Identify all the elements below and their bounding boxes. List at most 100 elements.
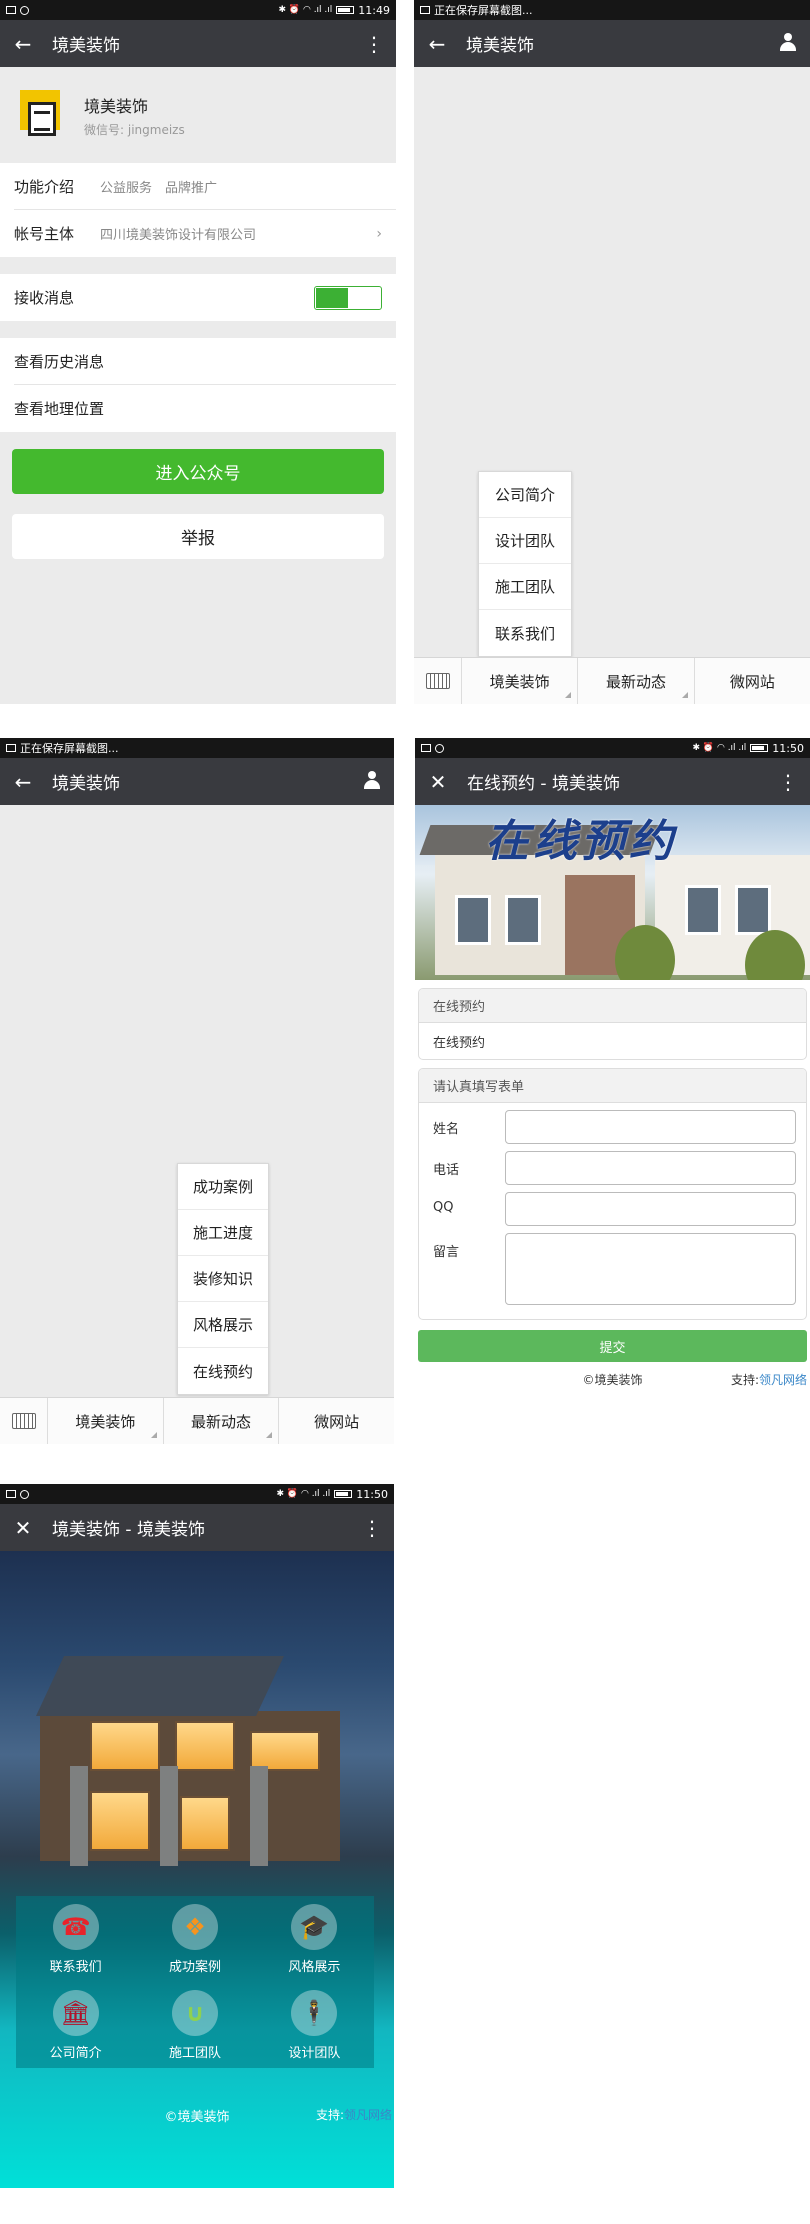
submit-button[interactable]: 提交 bbox=[418, 1330, 807, 1362]
status-time: 11:49 bbox=[358, 3, 390, 17]
qq-input[interactable] bbox=[505, 1192, 796, 1226]
row-label: 查看地理位置 bbox=[14, 400, 105, 418]
row-label: 接收消息 bbox=[14, 289, 75, 307]
card-header: 请认真填写表单 bbox=[419, 1069, 806, 1103]
screen-online-booking: ✱ ⏰ ◠ .ıl .ıl 11:50 ✕ 在线预约 - 境美装饰 ⋮ 在线预约 … bbox=[415, 738, 810, 1444]
report-button[interactable]: 举报 bbox=[12, 514, 384, 559]
brand-logo bbox=[14, 88, 68, 142]
booking-info-card: 在线预约 在线预约 bbox=[418, 988, 807, 1060]
page-title: 境美装饰 - 境美装饰 bbox=[52, 1520, 205, 1540]
menu-item[interactable]: 微网站 bbox=[279, 1398, 394, 1444]
close-icon[interactable]: ✕ bbox=[425, 770, 451, 794]
phone-input[interactable] bbox=[505, 1151, 796, 1185]
card-header: 在线预约 bbox=[419, 989, 806, 1023]
tile-contact-us[interactable]: ☎ 联系我们 bbox=[16, 1896, 135, 1982]
tile-style-showcase[interactable]: 🎓 风格展示 bbox=[255, 1896, 374, 1982]
notification-icon bbox=[20, 5, 29, 15]
chevron-right-icon: › bbox=[376, 225, 382, 242]
status-bar: 正在保存屏幕截图... bbox=[0, 738, 394, 758]
status-time: 11:50 bbox=[772, 741, 804, 755]
footer: ©境美装饰 支持:领凡网络 bbox=[415, 1362, 810, 1392]
tile-company-intro[interactable]: 🏛 公司简介 bbox=[16, 1982, 135, 2068]
quick-link-grid: ☎ 联系我们 ❖ 成功案例 🎓 风格展示 🏛 公司简介 ∪ 施工团队 🕴 设计团队 bbox=[16, 1896, 374, 2068]
submenu-item[interactable]: 成功案例 bbox=[178, 1164, 268, 1210]
more-menu-icon[interactable]: ⋮ bbox=[360, 1516, 384, 1540]
submenu-item[interactable]: 风格展示 bbox=[178, 1302, 268, 1348]
account-owner-row[interactable]: 帐号主体 四川境美装饰设计有限公司 › bbox=[0, 210, 396, 257]
menu-item[interactable]: 最新动态 bbox=[164, 1398, 280, 1444]
menu-item[interactable]: 微网站 bbox=[695, 658, 810, 704]
screen-micro-site: ✱ ⏰ ◠ .ıl .ıl 11:50 ✕ 境美装饰 - 境美装饰 ⋮ ☎ 联系我们… bbox=[0, 1484, 394, 2188]
row-label: 帐号主体 bbox=[14, 225, 75, 243]
submenu-item[interactable]: 施工进度 bbox=[178, 1210, 268, 1256]
page-title: 在线预约 - 境美装饰 bbox=[467, 774, 620, 794]
support-credit: 支持:领凡网络 bbox=[730, 1373, 807, 1387]
notification-icon bbox=[20, 1489, 29, 1499]
submenu-item[interactable]: 装修知识 bbox=[178, 1256, 268, 1302]
keyboard-icon[interactable] bbox=[414, 658, 462, 704]
name-input[interactable] bbox=[505, 1110, 796, 1144]
submenu-item[interactable]: 在线预约 bbox=[178, 1348, 268, 1394]
signal-icon: ✱ ⏰ ◠ .ıl .ıl bbox=[278, 5, 333, 15]
submenu-item[interactable]: 施工团队 bbox=[479, 564, 571, 610]
close-icon[interactable]: ✕ bbox=[10, 1516, 36, 1540]
status-bar: ✱ ⏰ ◠ .ıl .ıl 11:49 bbox=[0, 0, 396, 20]
more-menu-icon[interactable]: ⋮ bbox=[362, 32, 386, 56]
wechat-id: 微信号: jingmeizs bbox=[84, 122, 185, 137]
row-value: 公益服务 品牌推广 bbox=[100, 181, 218, 196]
screen-chat-menu-1: 正在保存屏幕截图... ← 境美装饰 公司简介 设计团队 施工团队 联系我们 境… bbox=[414, 0, 810, 704]
tile-success-cases[interactable]: ❖ 成功案例 bbox=[135, 1896, 254, 1982]
cubes-icon: ❖ bbox=[171, 1903, 218, 1950]
nav-bar: ✕ 境美装饰 - 境美装饰 ⋮ bbox=[0, 1504, 394, 1551]
battery-icon bbox=[336, 6, 355, 14]
receive-messages-toggle[interactable] bbox=[314, 285, 382, 310]
hero-background: ☎ 联系我们 ❖ 成功案例 🎓 风格展示 🏛 公司简介 ∪ 施工团队 🕴 设计团队 ©境美装… bbox=[0, 1551, 394, 2188]
profile-header: 境美装饰 微信号: jingmeizs bbox=[0, 67, 396, 163]
tile-construction-team[interactable]: ∪ 施工团队 bbox=[135, 1982, 254, 2068]
battery-icon bbox=[334, 1490, 353, 1498]
history-messages-row[interactable]: 查看历史消息 bbox=[0, 338, 396, 385]
gallery-icon bbox=[421, 744, 431, 752]
receive-messages-row: 接收消息 bbox=[0, 274, 396, 321]
page-title: 境美装饰 bbox=[52, 36, 120, 56]
location-row[interactable]: 查看地理位置 bbox=[0, 385, 396, 432]
profile-icon[interactable] bbox=[776, 32, 800, 56]
submenu-item[interactable]: 公司简介 bbox=[479, 472, 571, 518]
submenu-item[interactable]: 设计团队 bbox=[479, 518, 571, 564]
keyboard-icon[interactable] bbox=[0, 1398, 48, 1444]
back-arrow-icon[interactable]: ← bbox=[10, 32, 36, 56]
field-label: QQ bbox=[433, 1200, 454, 1215]
menu-item[interactable]: 境美装饰 bbox=[462, 658, 579, 704]
back-arrow-icon[interactable]: ← bbox=[424, 32, 450, 56]
profile-icon[interactable] bbox=[360, 770, 384, 794]
graduation-cap-icon: 🎓 bbox=[291, 1903, 338, 1950]
menu-item[interactable]: 境美装饰 bbox=[48, 1398, 164, 1444]
bottom-menu: 境美装饰 最新动态 微网站 bbox=[414, 657, 810, 704]
row-value: 四川境美装饰设计有限公司 bbox=[100, 228, 257, 243]
card-body: 在线预约 bbox=[433, 1035, 486, 1051]
nav-bar: ← 境美装饰 bbox=[0, 758, 394, 805]
support-link[interactable]: 领凡网络 bbox=[759, 1373, 807, 1387]
nav-bar: ✕ 在线预约 - 境美装饰 ⋮ bbox=[415, 758, 810, 805]
gallery-icon bbox=[420, 6, 430, 14]
back-arrow-icon[interactable]: ← bbox=[10, 770, 36, 794]
message-textarea[interactable] bbox=[505, 1233, 796, 1305]
account-name: 境美装饰 bbox=[84, 96, 149, 116]
field-label: 留言 bbox=[433, 1245, 460, 1260]
status-time: 11:50 bbox=[356, 1487, 388, 1501]
status-text: 正在保存屏幕截图... bbox=[20, 742, 119, 755]
status-text: 正在保存屏幕截图... bbox=[434, 4, 533, 17]
bank-icon: 🏛 bbox=[52, 1989, 99, 2036]
banner-title: 在线预约 bbox=[485, 816, 677, 867]
more-menu-icon[interactable]: ⋮ bbox=[776, 770, 800, 794]
tile-design-team[interactable]: 🕴 设计团队 bbox=[255, 1982, 374, 2068]
enter-account-button[interactable]: 进入公众号 bbox=[12, 449, 384, 494]
support-link[interactable]: 领凡网络 bbox=[344, 2108, 392, 2122]
row-label: 功能介绍 bbox=[14, 178, 75, 196]
booking-form-card: 请认真填写表单 姓名 电话 QQ 留言 bbox=[418, 1068, 807, 1320]
footer: ©境美装饰 支持:领凡网络 bbox=[0, 2106, 394, 2126]
submenu-item[interactable]: 联系我们 bbox=[479, 610, 571, 656]
menu-item[interactable]: 最新动态 bbox=[578, 658, 695, 704]
page-title: 境美装饰 bbox=[52, 774, 120, 794]
gallery-icon bbox=[6, 744, 16, 752]
